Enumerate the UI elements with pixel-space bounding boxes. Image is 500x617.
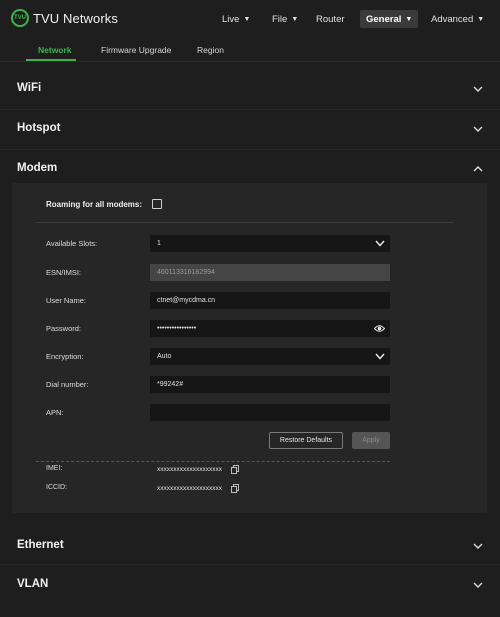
dial-number-label: Dial number: [46, 380, 89, 389]
apn-label: APN: [46, 408, 64, 417]
esn-field: 460113316182994 [150, 264, 390, 281]
copy-icon[interactable] [231, 484, 239, 493]
password-value: •••••••••••••••• [157, 325, 197, 332]
chevron-down-icon[interactable] [473, 541, 483, 551]
section-wifi-title[interactable]: WiFi [17, 82, 41, 94]
tvu-logo[interactable]: TVU TVU Networks [11, 9, 118, 27]
nav-file[interactable]: File ▼ [272, 10, 298, 28]
nav-advanced-label: Advanced [431, 13, 474, 25]
roaming-checkbox[interactable] [152, 199, 162, 209]
nav-router-label: Router [316, 13, 345, 25]
copy-icon[interactable] [231, 465, 239, 474]
caret-down-icon: ▼ [477, 15, 485, 23]
caret-down-icon: ▼ [405, 15, 413, 23]
slots-select[interactable]: 1 [150, 235, 390, 252]
username-field[interactable]: ctnet@mycdma.cn [150, 292, 390, 309]
section-hotspot-title[interactable]: Hotspot [17, 122, 60, 134]
nav-general-label: General [366, 13, 402, 25]
eye-icon[interactable] [374, 324, 385, 333]
nav-general[interactable]: General ▼ [360, 10, 419, 28]
tabs-divider [0, 61, 500, 62]
caret-down-icon: ▼ [291, 15, 299, 23]
roaming-label: Roaming for all modems: [46, 200, 143, 209]
tab-region[interactable]: Region [197, 45, 224, 55]
tab-network[interactable]: Network [38, 45, 72, 55]
apply-button[interactable]: Apply [352, 432, 390, 449]
section-ethernet-title[interactable]: Ethernet [17, 539, 64, 551]
imei-value: xxxxxxxxxxxxxxxxxxxx [157, 466, 222, 473]
password-label: Password: [46, 324, 82, 333]
section-vlan-title[interactable]: VLAN [17, 578, 48, 590]
roaming-divider [36, 222, 454, 223]
nav-advanced[interactable]: Advanced ▼ [431, 10, 484, 28]
apn-field[interactable] [150, 404, 390, 421]
iccid-value: xxxxxxxxxxxxxxxxxxxx [157, 485, 222, 492]
iccid-label: ICCID: [46, 484, 67, 491]
chevron-down-icon[interactable] [473, 580, 483, 590]
username-label: User Name: [46, 296, 87, 305]
caret-down-icon: ▼ [243, 15, 251, 23]
section-divider [0, 564, 500, 565]
esn-label: ESN/IMSI: [46, 268, 82, 277]
password-field[interactable]: •••••••••••••••• [150, 320, 390, 337]
nav-live-label: Live [222, 13, 240, 25]
dashed-divider [36, 461, 390, 462]
nav-router[interactable]: Router [316, 10, 345, 28]
section-divider [0, 109, 500, 110]
tab-firmware-upgrade[interactable]: Firmware Upgrade [101, 45, 171, 55]
nav-live[interactable]: Live ▼ [222, 10, 250, 28]
slots-value: 1 [157, 240, 161, 247]
chevron-down-icon[interactable] [473, 84, 483, 94]
dial-number-field[interactable]: *99242# [150, 376, 390, 393]
top-bar: TVU TVU Networks Live ▼ File ▼ Router Gene… [0, 0, 500, 38]
imei-label: IMEI: [46, 465, 63, 472]
nav-file-label: File [272, 13, 288, 25]
encryption-select[interactable]: Auto [150, 348, 390, 365]
restore-defaults-button[interactable]: Restore Defaults [269, 432, 343, 449]
slots-label: Available Slots: [46, 239, 98, 248]
encryption-label: Encryption: [46, 352, 84, 361]
section-modem-title[interactable]: Modem [17, 162, 57, 174]
chevron-up-icon[interactable] [473, 164, 483, 174]
section-divider [0, 149, 500, 150]
encryption-value: Auto [157, 353, 172, 360]
brand-name: TVU Networks [33, 10, 118, 26]
chevron-down-icon [375, 353, 385, 360]
chevron-down-icon[interactable] [473, 124, 483, 134]
chevron-down-icon [375, 240, 385, 247]
tvu-logo-icon: TVU [11, 9, 29, 27]
